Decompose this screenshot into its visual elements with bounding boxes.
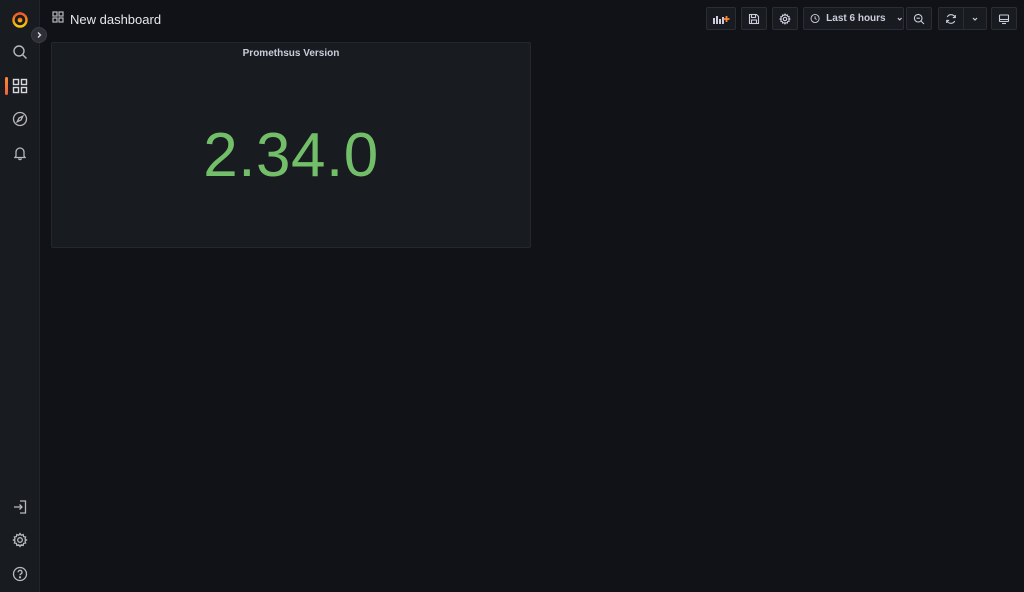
save-icon	[748, 13, 760, 24]
clock-icon	[810, 13, 820, 24]
page-title[interactable]: New dashboard	[70, 12, 161, 27]
refresh-button[interactable]	[938, 7, 964, 30]
dashboard-grid-icon	[52, 10, 64, 28]
zoom-out-button[interactable]	[906, 7, 932, 30]
zoom-out-icon	[913, 13, 925, 24]
gear-icon	[779, 12, 791, 25]
breadcrumb: New dashboard	[52, 10, 161, 28]
monitor-icon	[998, 13, 1010, 24]
grafana-app: New dashboard Last 6 hours Promethsus Ve…	[0, 0, 1024, 592]
panel-title[interactable]: Promethsus Version	[52, 48, 530, 59]
refresh-icon	[946, 13, 956, 24]
chevron-down-icon	[897, 17, 902, 21]
alerting-bell-icon[interactable]	[0, 137, 40, 169]
view-mode-button[interactable]	[991, 7, 1017, 30]
dashboards-icon[interactable]	[0, 70, 40, 102]
save-dashboard-button[interactable]	[741, 7, 767, 30]
time-range-picker[interactable]: Last 6 hours	[803, 7, 904, 30]
add-panel-icon	[713, 15, 730, 24]
explore-compass-icon[interactable]	[0, 103, 40, 135]
help-icon[interactable]	[0, 558, 40, 590]
add-panel-button[interactable]	[706, 7, 736, 30]
sign-in-icon[interactable]	[0, 491, 40, 523]
expand-sidebar-button[interactable]	[31, 27, 47, 43]
stat-panel[interactable]: Promethsus Version 2.34.0	[51, 42, 531, 248]
gear-icon[interactable]	[0, 524, 40, 556]
stat-value: 2.34.0	[203, 121, 379, 190]
chevron-right-icon	[37, 32, 42, 38]
dashboard-settings-button[interactable]	[772, 7, 798, 30]
time-range-label: Last 6 hours	[826, 13, 886, 24]
chevron-down-icon	[972, 17, 978, 21]
sidebar	[0, 0, 40, 592]
top-navbar: New dashboard Last 6 hours	[40, 0, 1024, 38]
refresh-interval-dropdown[interactable]	[963, 7, 987, 30]
